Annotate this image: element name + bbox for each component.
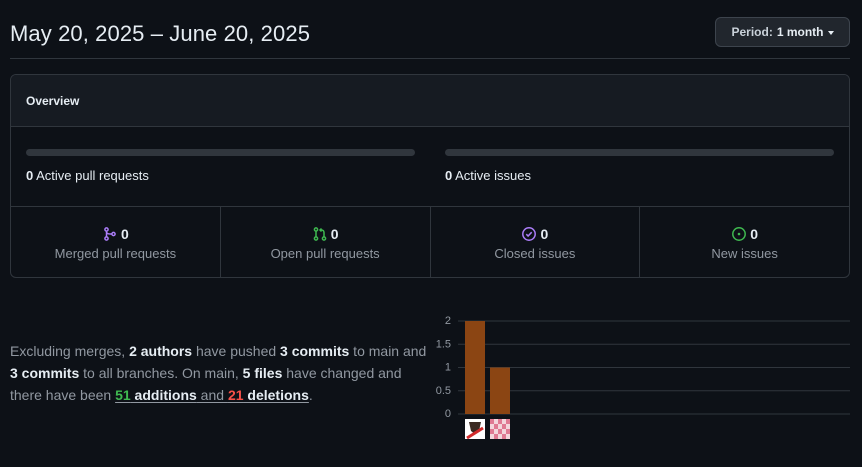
stat-open-pull-requests[interactable]: 0 Open pull requests [221, 207, 431, 277]
active-pr-count: 0 [26, 168, 34, 183]
new-issues-count: 0 [750, 226, 759, 242]
stat-new-issues[interactable]: 0 New issues [640, 207, 849, 277]
page-title: May 20, 2025 – June 20, 2025 [10, 21, 311, 46]
additions-word: additions [130, 387, 197, 403]
active-summary-row: 0 Active pull requests 0 Active issues [11, 127, 849, 207]
header: May 20, 2025 – June 20, 2025 Period: 1 m… [10, 0, 850, 59]
commits-all-count: 3 commits [10, 365, 80, 381]
y-tick-label: 1 [445, 362, 451, 374]
active-issues-label: Active issues [455, 168, 532, 183]
new-issues-label: New issues [711, 246, 778, 261]
merged-pr-label: Merged pull requests [54, 246, 177, 261]
commit-summary: Excluding merges, 2 authors have pushed … [10, 340, 430, 406]
active-pr-progress-bar [26, 149, 415, 156]
active-issues[interactable]: 0 Active issues [445, 149, 834, 183]
active-pr-label: Active pull requests [36, 168, 149, 183]
summary-text: Excluding merges, [10, 343, 130, 359]
commits-main-count: 3 commits [280, 343, 350, 359]
period-dropdown-button[interactable]: Period: 1 month [715, 17, 850, 47]
deletions-word: deletions [243, 387, 309, 403]
author-bar[interactable] [465, 321, 485, 414]
summary-text: . [308, 387, 313, 403]
commits-by-author-chart: 0 0.5 1 1.5 2 [436, 315, 850, 440]
summary-text: to all branches. On main, [79, 365, 243, 381]
period-label: Period: [731, 25, 773, 39]
overview-header: Overview [11, 75, 849, 127]
closed-issues-count: 0 [540, 226, 549, 242]
deletions-count: 21 [227, 387, 244, 403]
author-avatar[interactable] [465, 419, 485, 440]
merged-pr-icon [102, 226, 118, 242]
active-issues-count: 0 [445, 168, 453, 183]
open-pr-label: Open pull requests [270, 246, 380, 261]
summary-text: have pushed [192, 343, 281, 359]
summary-text: and [196, 387, 228, 403]
stat-merged-pull-requests[interactable]: 0 Merged pull requests [11, 207, 221, 277]
authors-count: 2 authors [129, 343, 193, 359]
changes-link[interactable]: 51 additions and 21 deletions [115, 387, 309, 403]
active-pull-requests[interactable]: 0 Active pull requests [26, 149, 415, 183]
stats-row: 0 Merged pull requests 0 Open pull reque… [11, 207, 849, 277]
active-issues-progress-bar [445, 149, 834, 156]
caret-down-icon [827, 31, 834, 35]
additions-count: 51 [115, 387, 131, 403]
closed-issue-icon [521, 226, 537, 242]
author-avatar[interactable] [490, 419, 510, 439]
closed-issues-label: Closed issues [494, 246, 576, 261]
stat-closed-issues[interactable]: 0 Closed issues [431, 207, 641, 277]
summary-text: to main and [349, 343, 427, 359]
y-tick-label: 1.5 [436, 338, 451, 350]
period-value: 1 month [776, 25, 824, 39]
overview-title: Overview [26, 93, 80, 108]
y-tick-label: 2 [445, 315, 451, 327]
merged-pr-count: 0 [120, 226, 129, 242]
author-bar[interactable] [490, 367, 510, 415]
new-issue-icon [731, 226, 747, 242]
y-tick-label: 0.5 [436, 385, 451, 397]
y-tick-label: 0 [445, 408, 451, 420]
open-pr-icon [312, 226, 328, 242]
files-changed-count: 5 files [242, 365, 283, 381]
overview-box: Overview 0 Active pull requests 0 Active… [10, 74, 850, 278]
open-pr-count: 0 [330, 226, 339, 242]
